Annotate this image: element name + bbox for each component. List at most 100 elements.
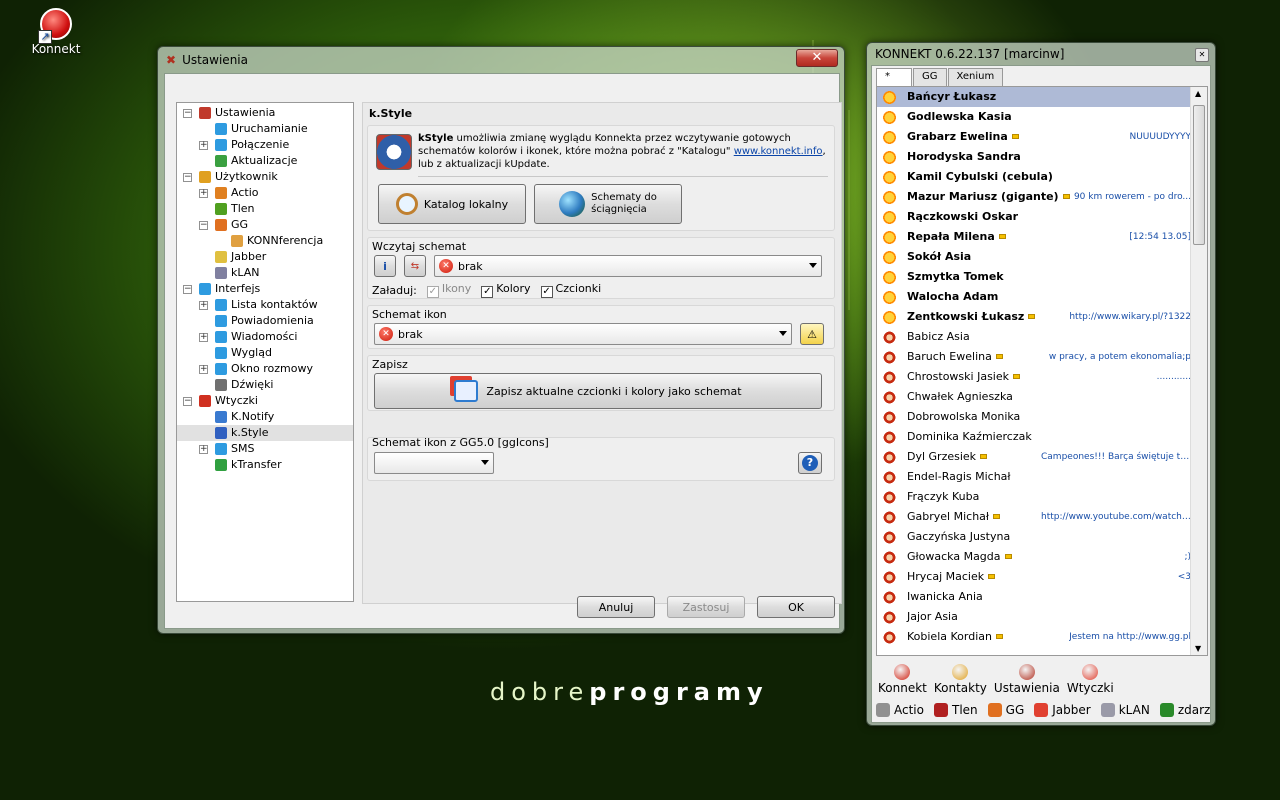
contact-row[interactable]: Szmytka Tomek <box>877 267 1207 287</box>
konnekt-info-link[interactable]: www.konnekt.info <box>734 146 823 157</box>
ok-button[interactable]: OK <box>757 596 835 618</box>
tree-item[interactable]: + Wiadomości <box>177 329 353 345</box>
tree-item[interactable]: Uruchamianie <box>177 121 353 137</box>
tree-item[interactable]: kLAN <box>177 265 353 281</box>
download-schemes-button[interactable]: Schematy do ściągnięcia <box>534 184 682 224</box>
tree-item[interactable]: − Ustawienia <box>177 105 353 121</box>
contact-row[interactable]: Gabryel Michał http://www.youtube.com/wat… <box>877 507 1207 527</box>
transfer-icon-button[interactable]: ⇆ <box>404 255 426 277</box>
settings-titlebar[interactable]: ✖ Ustawienia <box>158 47 844 73</box>
close-button[interactable]: ✕ <box>796 49 838 67</box>
tree-item[interactable]: kTransfer <box>177 457 353 473</box>
protocol-jabber[interactable]: Jabber <box>1034 703 1091 717</box>
icon-scheme-select[interactable]: ✕ brak <box>374 323 792 345</box>
tree-item[interactable]: + Okno rozmowy <box>177 361 353 377</box>
tree-item[interactable]: Powiadomienia <box>177 313 353 329</box>
tree-item[interactable]: − Użytkownik <box>177 169 353 185</box>
tree-item[interactable]: K.Notify <box>177 409 353 425</box>
contact-row[interactable]: Walocha Adam <box>877 287 1207 307</box>
expand-icon[interactable]: + <box>199 445 208 454</box>
protocol-tlen[interactable]: Tlen <box>933 703 978 717</box>
protocol-gg[interactable]: GG <box>987 703 1024 717</box>
tree-item[interactable]: + Lista kontaktów <box>177 297 353 313</box>
contact-row[interactable]: Horodyska Sandra <box>877 147 1207 167</box>
tree-item[interactable]: + SMS <box>177 441 353 457</box>
scroll-up-arrow[interactable]: ▲ <box>1195 89 1201 98</box>
tree-item[interactable]: − Interfejs <box>177 281 353 297</box>
contact-row[interactable]: Dyl Grzesiek Campeones!!! Barça świętuje … <box>877 447 1207 467</box>
close-button[interactable]: ✕ <box>1195 48 1209 62</box>
tree-item[interactable]: Tlen <box>177 201 353 217</box>
collapse-icon[interactable]: − <box>183 173 192 182</box>
collapse-icon[interactable]: − <box>183 397 192 406</box>
contact-row[interactable]: Godlewska Kasia <box>877 107 1207 127</box>
tree-item[interactable]: − GG <box>177 217 353 233</box>
contact-row[interactable]: Chwałek Agnieszka <box>877 387 1207 407</box>
contact-row[interactable]: Iwanicka Ania <box>877 587 1207 607</box>
expand-icon[interactable]: + <box>199 189 208 198</box>
scroll-down-arrow[interactable]: ▼ <box>1195 644 1201 653</box>
toolbar-plugins-button[interactable]: Wtyczki <box>1067 663 1114 695</box>
apply-button[interactable]: Zastosuj <box>667 596 745 618</box>
contact-row[interactable]: Kamil Cybulski (cebula) <box>877 167 1207 187</box>
help-button[interactable]: ? <box>798 452 822 474</box>
protocol-events[interactable]: zdarz <box>1159 703 1210 717</box>
load-scheme-select[interactable]: ✕ brak <box>434 255 822 277</box>
desktop-icon-konnekt[interactable]: Konnekt <box>28 8 84 56</box>
contact-row[interactable]: Bańcyr Łukasz <box>877 87 1207 107</box>
expand-icon[interactable]: + <box>199 365 208 374</box>
toolbar-contacts-button[interactable]: Kontakty <box>934 663 987 695</box>
toolbar-settings-button[interactable]: Ustawienia <box>994 663 1060 695</box>
contact-row[interactable]: Głowacka Magda;) <box>877 547 1207 567</box>
contact-row[interactable]: Jajor Asia <box>877 607 1207 627</box>
tree-item[interactable]: k.Style <box>177 425 353 441</box>
contact-row[interactable]: Chrostowski Jasiek............ <box>877 367 1207 387</box>
contact-row[interactable]: Frączyk Kuba <box>877 487 1207 507</box>
contact-tab[interactable]: Xenium <box>947 68 1004 86</box>
contact-tab[interactable]: GG <box>913 68 947 86</box>
tree-item[interactable]: Jabber <box>177 249 353 265</box>
contact-row[interactable]: Grabarz Ewelina NUUUUDYYYY <box>877 127 1207 147</box>
fonts-checkbox[interactable]: ✓ Czcionki <box>540 282 601 298</box>
tree-item[interactable]: Wygląd <box>177 345 353 361</box>
contact-row[interactable]: Kobiela Kordian Jestem na http://www.gg.p… <box>877 627 1207 647</box>
protocol-actio[interactable]: Actio <box>876 703 924 717</box>
tree-item[interactable]: Dźwięki <box>177 377 353 393</box>
konnekt-titlebar[interactable]: KONNEKT 0.6.22.137 [marcinw] <box>867 43 1215 65</box>
save-scheme-button[interactable]: Zapisz aktualne czcionki i kolory jako s… <box>374 373 822 409</box>
contact-row[interactable]: Endel-Ragis Michał <box>877 467 1207 487</box>
contact-list-scrollbar[interactable]: ▲ ▼ <box>1190 87 1207 655</box>
protocol-klan[interactable]: kLAN <box>1100 703 1150 717</box>
cancel-button[interactable]: Anuluj <box>577 596 655 618</box>
tree-item[interactable]: + Actio <box>177 185 353 201</box>
contact-row[interactable]: Sokół Asia <box>877 247 1207 267</box>
contact-row[interactable]: Dominika Kaźmierczak <box>877 427 1207 447</box>
collapse-icon[interactable]: − <box>183 285 192 294</box>
info-icon-button[interactable]: i <box>374 255 396 277</box>
tree-item[interactable]: + Połączenie <box>177 137 353 153</box>
contact-row[interactable]: Mazur Mariusz (gigante) 90 km rowerem - p… <box>877 187 1207 207</box>
contact-row[interactable]: Rączkowski Oskar <box>877 207 1207 227</box>
collapse-icon[interactable]: − <box>183 109 192 118</box>
contact-row[interactable]: Babicz Asia <box>877 327 1207 347</box>
collapse-icon[interactable]: − <box>199 221 208 230</box>
contact-tab[interactable]: * <box>876 68 912 87</box>
tree-item[interactable]: − Wtyczki <box>177 393 353 409</box>
expand-icon[interactable]: + <box>199 333 208 342</box>
expand-icon[interactable]: + <box>199 141 208 150</box>
warning-button[interactable]: ⚠ <box>800 323 824 345</box>
gg5-select[interactable] <box>374 452 494 474</box>
contact-row[interactable]: Hrycaj Maciek <3 <box>877 567 1207 587</box>
settings-tree[interactable]: − Ustawienia Uruchamianie + Połączenie Aktual… <box>176 102 354 602</box>
toolbar-konnekt-button[interactable]: Konnekt <box>878 663 927 695</box>
contact-row[interactable]: Baruch Ewelina w pracy, a potem ekonomali… <box>877 347 1207 367</box>
contact-row[interactable]: Dobrowolska Monika <box>877 407 1207 427</box>
tree-item[interactable]: Aktualizacje <box>177 153 353 169</box>
contact-list[interactable]: Bańcyr Łukasz Godlewska Kasia Grabarz Ewel… <box>876 86 1208 656</box>
catalog-local-button[interactable]: Katalog lokalny <box>378 184 526 224</box>
expand-icon[interactable]: + <box>199 301 208 310</box>
icons-checkbox[interactable]: ✓ Ikony <box>426 282 471 298</box>
contact-row[interactable]: Repała Milena [12:54 13.05] <box>877 227 1207 247</box>
contact-row[interactable]: Gaczyńska Justyna <box>877 527 1207 547</box>
colors-checkbox[interactable]: ✓ Kolory <box>481 282 531 298</box>
